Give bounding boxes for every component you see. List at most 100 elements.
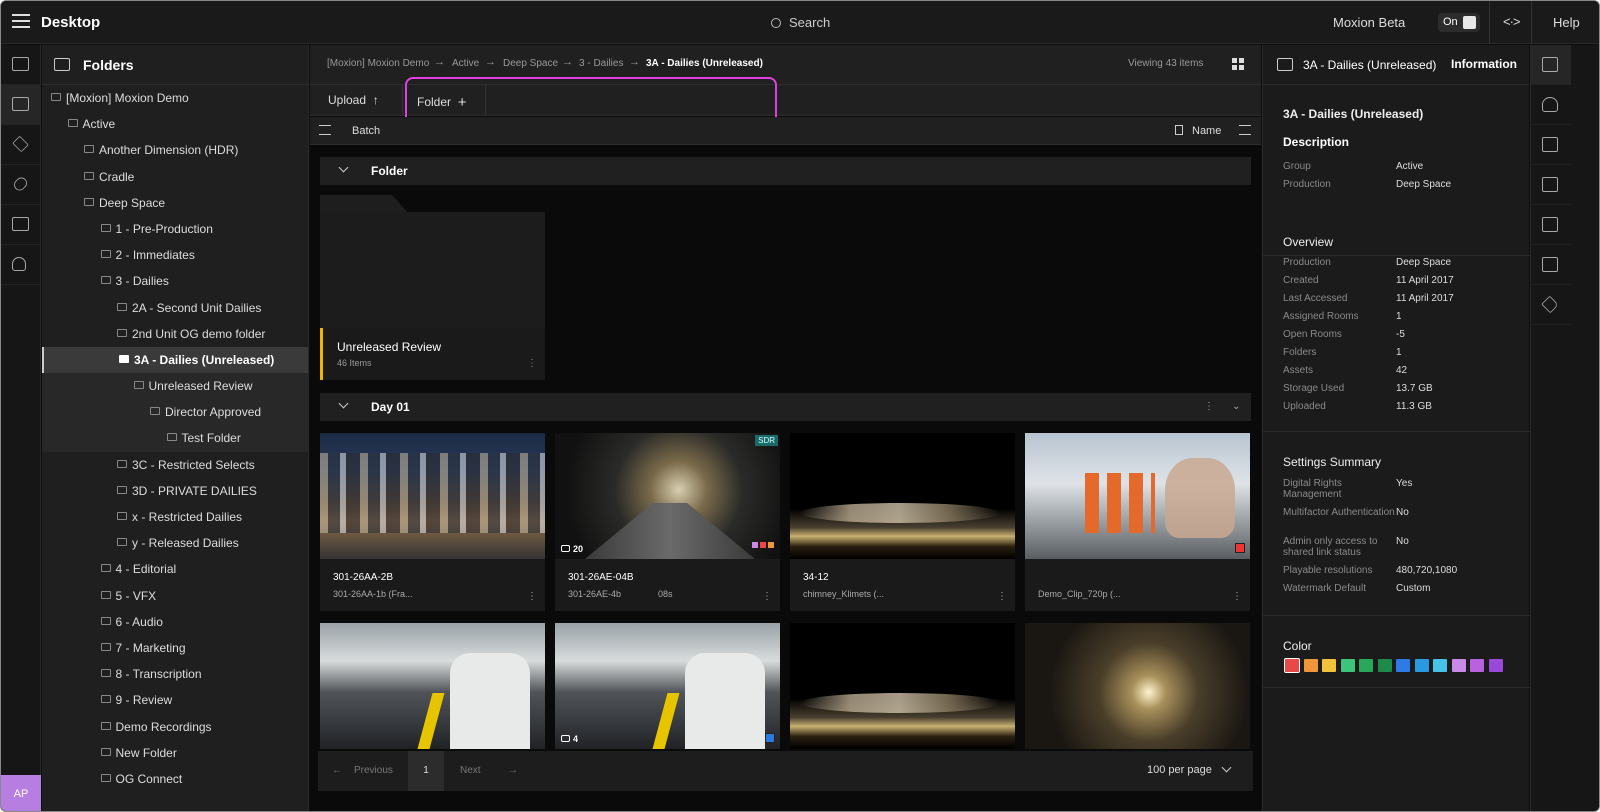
folder-tree-item[interactable]: x - Restricted Dailies (42, 504, 308, 530)
breadcrumb-item[interactable]: [Moxion] Moxion Demo (327, 58, 429, 69)
inbox-icon (12, 57, 29, 71)
folder-tree-item[interactable]: 8 - Transcription (42, 661, 308, 687)
sort-name-button[interactable]: Name (1192, 125, 1221, 137)
folder-tree-item[interactable]: [Moxion] Moxion Demo (42, 85, 308, 111)
folder-tree-item[interactable]: 7 - Marketing (42, 635, 308, 661)
folder-icon (100, 590, 111, 599)
database-button[interactable] (1, 205, 41, 245)
folder-tree-item[interactable]: 2 - Immediates (42, 242, 308, 268)
inbox-button[interactable] (1, 45, 41, 85)
transfer-button[interactable] (1531, 205, 1571, 245)
asset-card[interactable]: 34-12 chimney_Klimets (... ⋮ (790, 433, 1015, 613)
more-options-icon[interactable]: ⋮ (527, 358, 537, 369)
previous-button[interactable]: Previous (354, 765, 393, 776)
playback-settings-button[interactable] (1531, 165, 1571, 205)
folder-card[interactable]: Unreleased Review 46 Items ⋮ (320, 195, 545, 381)
link-button[interactable] (1, 165, 41, 205)
hamburger-menu-icon[interactable] (12, 14, 30, 29)
batch-sort-icon[interactable] (319, 125, 331, 135)
more-options-icon[interactable]: ⋮ (527, 591, 537, 602)
folder-icon (117, 328, 127, 337)
folder-section-header[interactable]: Folder (320, 157, 1251, 185)
folder-tree-item[interactable]: 1 - Pre-Production (42, 216, 308, 242)
color-swatch[interactable] (1284, 658, 1300, 673)
upload-button[interactable]: Upload ↑ (328, 93, 379, 107)
breadcrumb-item[interactable]: Deep Space (503, 58, 558, 69)
layers-button[interactable] (1, 125, 41, 165)
color-swatch[interactable] (1303, 659, 1318, 672)
folder-tree-item[interactable]: 5 - VFX (42, 583, 308, 609)
per-page-select[interactable]: 100 per page (1147, 764, 1212, 776)
folder-tree-item[interactable]: 3C - Restricted Selects (42, 452, 308, 478)
folder-tree-item[interactable]: Deep Space (42, 190, 308, 216)
asset-card[interactable] (790, 623, 1015, 749)
folder-tree-item[interactable]: Test Folder (42, 425, 308, 452)
user-settings-button[interactable] (1, 245, 41, 285)
asset-card[interactable]: 4 (555, 623, 780, 749)
batch-button[interactable]: Batch (352, 125, 380, 137)
folder-tree-item[interactable]: 2nd Unit OG demo folder (42, 321, 308, 347)
person-button[interactable] (1531, 85, 1571, 125)
folder-tree-item[interactable]: Cradle (42, 164, 308, 190)
info-button[interactable] (1531, 45, 1571, 85)
chevron-down-icon[interactable] (1221, 762, 1232, 773)
info-value: Yes (1396, 478, 1413, 489)
folder-tree-item[interactable]: 3 - Dailies (42, 268, 308, 294)
day-section-header[interactable]: Day 01 ⋮ ⌄ (320, 393, 1251, 421)
color-swatch[interactable] (1414, 659, 1429, 672)
search-button[interactable]: Search (771, 15, 830, 30)
lock-button[interactable] (1531, 125, 1571, 165)
desktop-button[interactable] (1, 85, 41, 125)
tag-button[interactable] (1531, 285, 1571, 325)
folder-tree-item[interactable]: OG Connect (42, 766, 308, 792)
folder-tree-item[interactable]: 3D - PRIVATE DAILIES (42, 478, 308, 504)
more-options-icon[interactable]: ⋮ (1204, 401, 1214, 412)
folder-tree-item[interactable]: 9 - Review (42, 687, 308, 713)
current-page[interactable]: 1 (408, 751, 444, 791)
asset-card[interactable] (1025, 623, 1250, 749)
asset-card[interactable]: SDR 20 301-26AE-04B 301-26AE-4b 08s ⋮ (555, 433, 780, 613)
breadcrumb-item[interactable]: 3 - Dailies (579, 58, 623, 69)
folder-tree-item[interactable]: Another Dimension (HDR) (42, 137, 308, 163)
folder-tree-item[interactable]: 4 - Editorial (42, 556, 308, 582)
more-options-icon[interactable]: ⋮ (1232, 591, 1242, 602)
next-button[interactable]: Next (460, 765, 481, 776)
folder-tree-item[interactable]: y - Released Dailies (42, 530, 308, 556)
information-tab[interactable]: Information (1451, 57, 1517, 71)
color-swatch[interactable] (1396, 659, 1410, 672)
folder-tree-item[interactable]: Director Approved (42, 399, 308, 426)
avatar[interactable]: AP (1, 775, 41, 811)
color-swatch[interactable] (1488, 659, 1503, 672)
more-options-icon[interactable]: ⋮ (997, 591, 1007, 602)
breadcrumb-item[interactable]: Active (452, 58, 479, 69)
asset-thumbnail: 4 (555, 623, 780, 749)
color-swatch[interactable] (1470, 659, 1484, 672)
color-swatch[interactable] (1322, 659, 1336, 672)
asset-subtitle: 301-26AE-4b (568, 589, 622, 599)
sliders-button[interactable] (1531, 245, 1571, 285)
asset-card[interactable]: Demo_Clip_720p (... ⋮ (1025, 433, 1250, 613)
more-options-icon[interactable]: ⋮ (762, 591, 772, 602)
folder-tree-item[interactable]: 6 - Audio (42, 609, 308, 635)
color-swatch[interactable] (1359, 659, 1373, 672)
folder-tree-item[interactable]: Active (42, 111, 308, 137)
folder-tree-item[interactable]: Unreleased Review (42, 373, 308, 400)
color-swatch[interactable] (1433, 659, 1447, 672)
code-icon[interactable]: <·> (1503, 14, 1520, 29)
folder-tree-item[interactable]: 2A - Second Unit Dailies (42, 295, 308, 321)
asset-card[interactable] (320, 623, 545, 749)
folder-tree-item[interactable]: New Folder (42, 740, 308, 766)
previous-arrow-icon[interactable]: ← (332, 765, 342, 776)
help-link[interactable]: Help (1553, 15, 1580, 30)
grid-view-icon[interactable] (1232, 58, 1244, 70)
color-swatch[interactable] (1451, 659, 1466, 672)
sort-order-icon[interactable] (1239, 125, 1251, 135)
asset-card[interactable]: 301-26AA-2B 301-26AA-1b (Fra... ⋮ (320, 433, 545, 613)
collapse-chevron-icon[interactable]: ⌄ (1232, 401, 1240, 412)
next-arrow-icon[interactable]: → (508, 765, 518, 776)
folder-tree-item[interactable]: Demo Recordings (42, 714, 308, 740)
folder-tree-item[interactable]: 3A - Dailies (Unreleased) (42, 346, 308, 374)
color-swatch[interactable] (1340, 659, 1355, 672)
color-swatch[interactable] (1377, 659, 1392, 672)
beta-toggle[interactable]: On (1438, 13, 1480, 32)
